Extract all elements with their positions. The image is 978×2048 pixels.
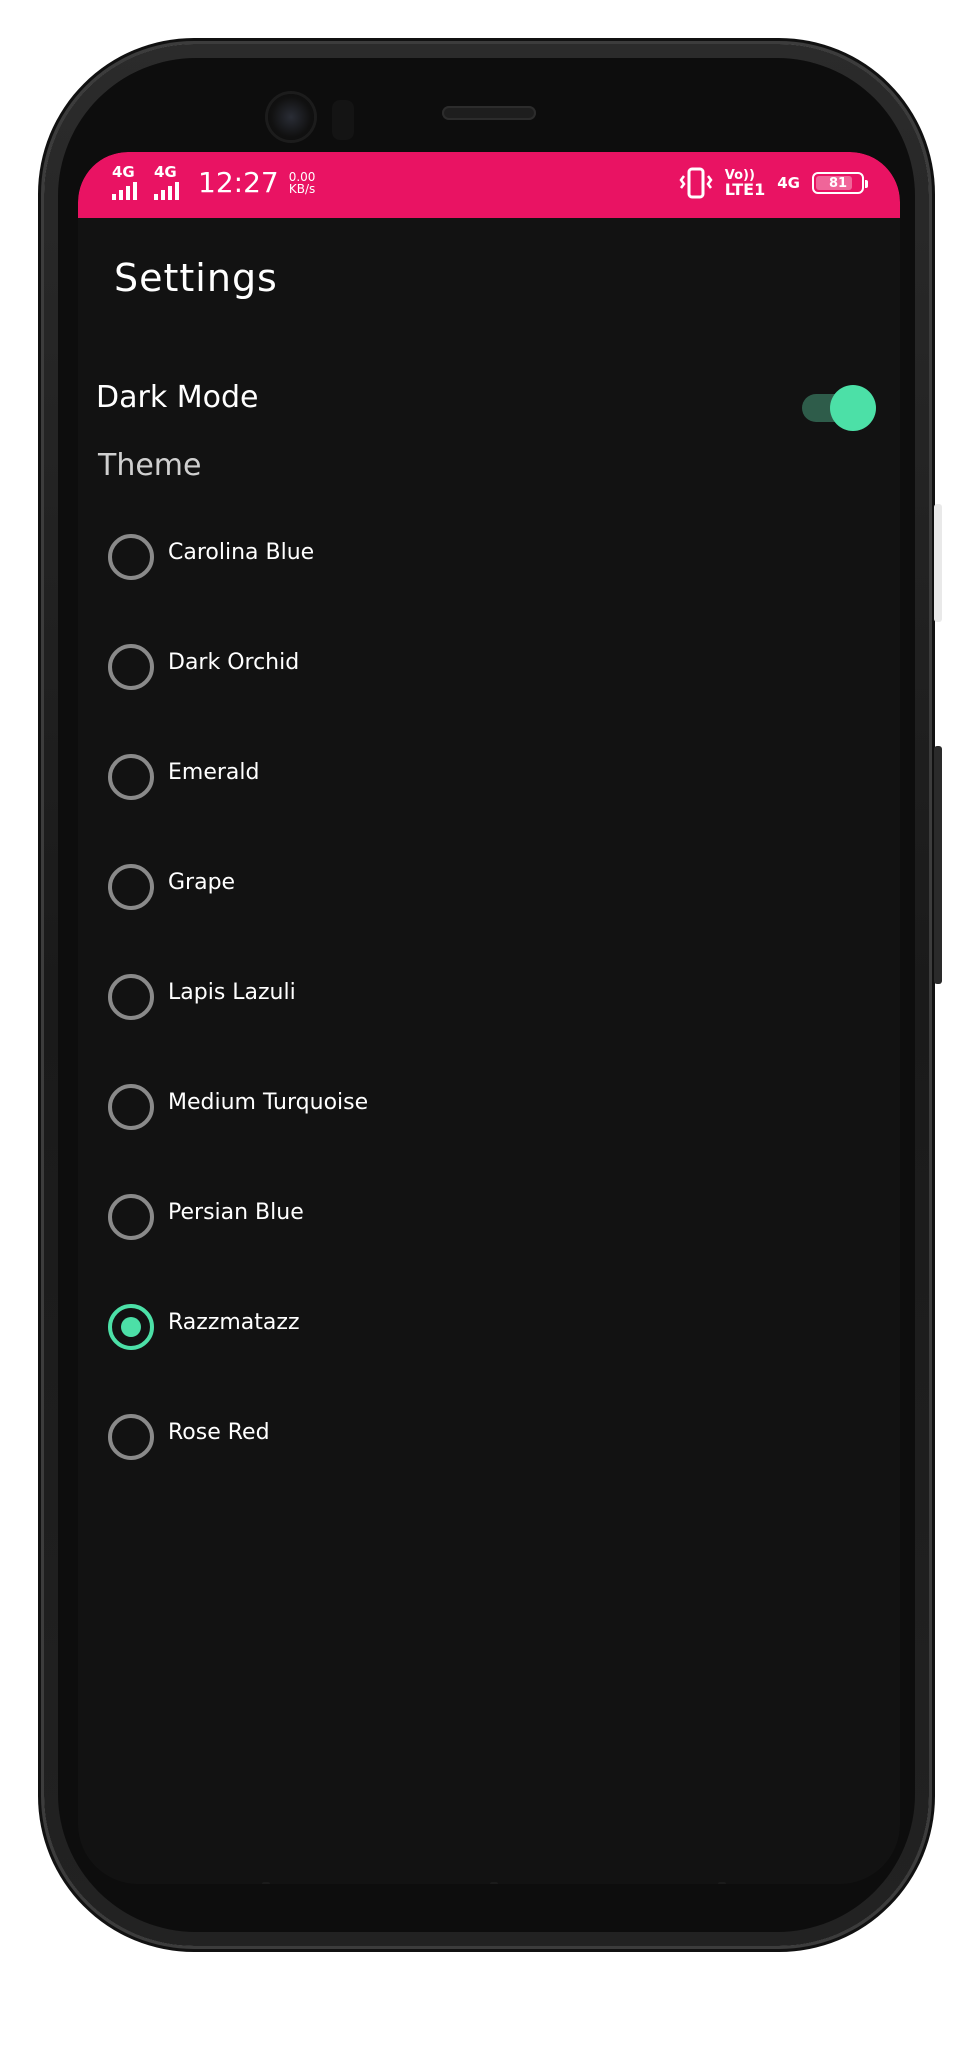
dark-mode-toggle[interactable]	[802, 384, 876, 431]
theme-option[interactable]: Emerald	[98, 732, 798, 822]
radio-button-checked[interactable]	[108, 1304, 154, 1350]
theme-option[interactable]: Razzmatazz	[98, 1282, 798, 1372]
sim1-network-type: 4G	[112, 163, 135, 181]
theme-option-label: Lapis Lazuli	[168, 980, 296, 1005]
vibrate-icon	[679, 167, 713, 199]
status-left: 4G 4G 12:27 0.00 KB/s	[112, 163, 316, 200]
battery-icon: 81	[812, 172, 868, 194]
volume-button	[934, 746, 942, 984]
volte-indicator: Vo)) LTE1	[724, 169, 766, 199]
theme-option[interactable]: Grape	[98, 842, 798, 932]
earpiece-speaker	[442, 106, 536, 120]
radio-button[interactable]	[108, 1084, 154, 1130]
radio-button[interactable]	[108, 644, 154, 690]
page-title: Settings	[114, 256, 278, 300]
network-type-right: 4G	[777, 174, 800, 192]
bottom-dot	[490, 1882, 498, 1884]
toggle-knob	[830, 385, 876, 431]
theme-option-label: Persian Blue	[168, 1200, 304, 1225]
network-speed: 0.00 KB/s	[289, 171, 316, 195]
bottom-dot	[262, 1882, 270, 1884]
theme-option[interactable]: Dark Orchid	[98, 622, 798, 712]
theme-option[interactable]: Medium Turquoise	[98, 1062, 798, 1152]
theme-option-label: Grape	[168, 870, 236, 895]
proximity-sensor	[332, 100, 354, 140]
status-time: 12:27	[198, 166, 279, 199]
volte-bottom: LTE1	[724, 180, 766, 199]
theme-option-label: Dark Orchid	[168, 650, 300, 675]
bottom-dot	[718, 1882, 726, 1884]
battery-level: 81	[828, 175, 848, 191]
front-camera	[268, 94, 314, 140]
theme-option[interactable]: Lapis Lazuli	[98, 952, 798, 1042]
radio-button[interactable]	[108, 974, 154, 1020]
theme-option-label: Medium Turquoise	[168, 1090, 369, 1115]
sim2-network-type: 4G	[154, 163, 177, 181]
radio-button[interactable]	[108, 534, 154, 580]
sim2-signal: 4G	[154, 163, 186, 200]
theme-option-label: Rose Red	[168, 1420, 270, 1445]
status-right: Vo)) LTE1 4G 81	[679, 166, 868, 200]
radio-button[interactable]	[108, 754, 154, 800]
theme-option[interactable]: Carolina Blue	[98, 512, 798, 602]
radio-button[interactable]	[108, 1414, 154, 1460]
signal-bars-icon	[154, 182, 179, 200]
dark-mode-row[interactable]: Dark Mode	[78, 362, 900, 442]
theme-option[interactable]: Rose Red	[98, 1392, 798, 1482]
power-button	[934, 504, 942, 622]
screen: 4G 4G 12:27 0.00 KB/s Vo)) LTE1 4G 81 Se…	[78, 152, 900, 1884]
theme-option-label: Razzmatazz	[168, 1310, 300, 1335]
theme-section-label: Theme	[98, 448, 202, 483]
signal-bars-icon	[112, 182, 137, 200]
theme-option[interactable]: Persian Blue	[98, 1172, 798, 1262]
radio-button[interactable]	[108, 1194, 154, 1240]
sim1-signal: 4G	[112, 163, 144, 200]
status-bar: 4G 4G 12:27 0.00 KB/s Vo)) LTE1 4G 81	[78, 152, 900, 218]
radio-button[interactable]	[108, 864, 154, 910]
network-speed-unit: KB/s	[288, 182, 316, 196]
dark-mode-label: Dark Mode	[96, 380, 259, 415]
theme-option-label: Carolina Blue	[168, 540, 315, 565]
theme-option-label: Emerald	[168, 760, 260, 785]
